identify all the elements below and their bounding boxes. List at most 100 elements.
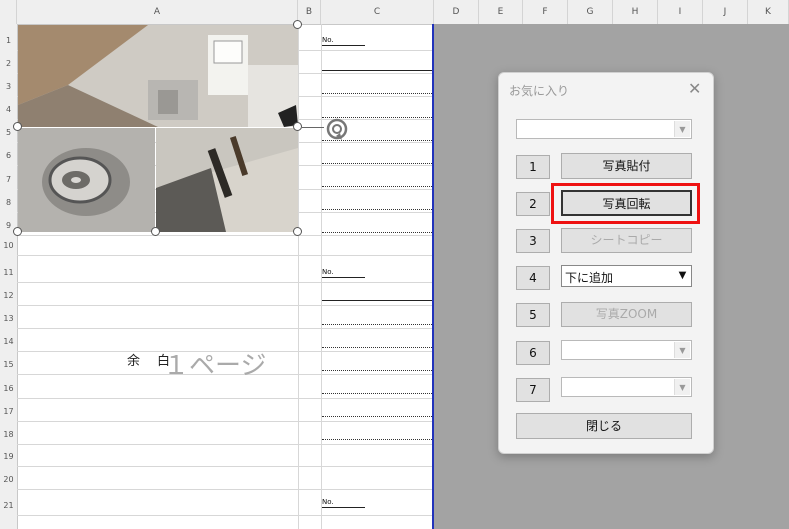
row-number[interactable]: 11 — [0, 268, 17, 277]
row-number[interactable]: 17 — [0, 407, 17, 416]
option-7-select[interactable]: ▼ — [561, 377, 692, 397]
number-button-4[interactable]: 4 — [516, 266, 550, 290]
column-header-c[interactable]: C — [321, 0, 434, 24]
row-number[interactable]: 6 — [0, 151, 17, 160]
row-number[interactable]: 2 — [0, 59, 17, 68]
row-number[interactable]: 1 — [0, 36, 17, 45]
row-gridline — [17, 444, 432, 445]
number-button-1[interactable]: 1 — [516, 155, 550, 179]
drain-photo[interactable] — [18, 128, 155, 232]
photo-zoom-button[interactable]: 写真ZOOM — [561, 302, 692, 327]
row-number[interactable]: 10 — [0, 241, 17, 250]
row-number[interactable]: 21 — [0, 501, 17, 510]
row-gridline — [17, 515, 432, 516]
chevron-down-icon[interactable]: ▼ — [675, 267, 690, 285]
add-below-select[interactable]: 下に追加 ▼ — [561, 265, 692, 287]
row-gridline — [17, 305, 432, 306]
number-button-5[interactable]: 5 — [516, 303, 550, 327]
page-break-line — [432, 24, 434, 529]
paste-photo-button[interactable]: 写真貼付 — [561, 153, 692, 179]
row-number[interactable]: 13 — [0, 314, 17, 323]
dialog-title: お気に入り — [509, 84, 570, 98]
column-header-k[interactable]: K — [748, 0, 789, 24]
dotted-line — [322, 347, 432, 348]
row-gridline — [17, 398, 432, 399]
row-number[interactable]: 8 — [0, 198, 17, 207]
column-header: A B C D E F G H I J K — [0, 0, 789, 25]
dotted-line — [322, 209, 432, 210]
kitchen-photo[interactable] — [18, 25, 298, 127]
page-number-watermark: １ページ — [163, 351, 267, 381]
dotted-line — [322, 186, 432, 187]
ruler-line — [322, 70, 432, 71]
rotate-handle-icon[interactable] — [324, 116, 350, 142]
column-header-g[interactable]: G — [568, 0, 613, 24]
column-header-e[interactable]: E — [479, 0, 523, 24]
number-button-6[interactable]: 6 — [516, 341, 550, 365]
chevron-down-icon[interactable]: ▼ — [674, 121, 690, 137]
resize-handle-mid-right[interactable] — [293, 122, 302, 131]
dotted-line — [322, 416, 432, 417]
resize-handle-mid-left[interactable] — [13, 122, 22, 131]
ruler-tick: No. — [322, 498, 334, 506]
column-header-f[interactable]: F — [523, 0, 568, 24]
dotted-line — [322, 439, 432, 440]
row-number[interactable]: 16 — [0, 384, 17, 393]
row-gridline — [17, 466, 432, 467]
favorites-dialog: お気に入り ✕ ▼ 1 写真貼付 2 写真回転 3 シートコピー 4 下に追加 … — [498, 72, 714, 454]
row-gridline — [17, 489, 432, 490]
dotted-line — [322, 163, 432, 164]
row-number[interactable]: 19 — [0, 452, 17, 461]
column-header-a[interactable]: A — [17, 0, 298, 24]
option-6-select[interactable]: ▼ — [561, 340, 692, 360]
dotted-line — [322, 370, 432, 371]
number-button-2[interactable]: 2 — [516, 192, 550, 216]
row-gridline — [17, 421, 432, 422]
close-icon[interactable]: ✕ — [688, 79, 701, 98]
row-number[interactable]: 3 — [0, 82, 17, 91]
resize-handle-top-right[interactable] — [293, 20, 302, 29]
column-header-h[interactable]: H — [613, 0, 658, 24]
resize-handle-bottom-left[interactable] — [13, 227, 22, 236]
row-gridline — [17, 235, 432, 236]
dotted-line — [322, 393, 432, 394]
ruler-tick: No. — [322, 268, 334, 276]
add-below-select-value: 下に追加 — [565, 271, 614, 285]
dotted-line — [322, 232, 432, 233]
highlight-box — [551, 183, 700, 224]
column-divider-ab — [298, 24, 299, 529]
ruler-line — [322, 45, 365, 46]
number-button-3[interactable]: 3 — [516, 229, 550, 253]
row-number[interactable]: 18 — [0, 430, 17, 439]
sheet-copy-button[interactable]: シートコピー — [561, 228, 692, 253]
dotted-line — [322, 324, 432, 325]
top-combo[interactable]: ▼ — [516, 119, 692, 139]
number-button-7[interactable]: 7 — [516, 378, 550, 402]
ruler-tick: No. — [322, 36, 334, 44]
row-gridline — [17, 328, 432, 329]
column-header-j[interactable]: J — [703, 0, 748, 24]
column-header-b[interactable]: B — [298, 0, 321, 24]
sink-edge-photo[interactable] — [156, 128, 298, 232]
chevron-down-icon[interactable]: ▼ — [674, 379, 690, 395]
rotate-handle-stem — [302, 127, 324, 128]
resize-handle-bottom-right[interactable] — [293, 227, 302, 236]
ruler-line — [322, 277, 365, 278]
select-all-corner[interactable] — [0, 0, 17, 24]
chevron-down-icon[interactable]: ▼ — [674, 342, 690, 358]
row-number[interactable]: 14 — [0, 337, 17, 346]
close-button[interactable]: 閉じる — [516, 413, 692, 439]
row-number[interactable]: 20 — [0, 475, 17, 484]
column-header-d[interactable]: D — [434, 0, 479, 24]
ruler-line — [322, 507, 365, 508]
column-header-i[interactable]: I — [658, 0, 703, 24]
row-number[interactable]: 7 — [0, 175, 17, 184]
dotted-line — [322, 93, 432, 94]
row-number[interactable]: 4 — [0, 105, 17, 114]
row-gridline — [17, 282, 432, 283]
row-number[interactable]: 12 — [0, 291, 17, 300]
ruler-line — [322, 300, 432, 301]
row-gridline — [17, 255, 432, 256]
row-number[interactable]: 15 — [0, 360, 17, 369]
resize-handle-bottom-middle[interactable] — [151, 227, 160, 236]
